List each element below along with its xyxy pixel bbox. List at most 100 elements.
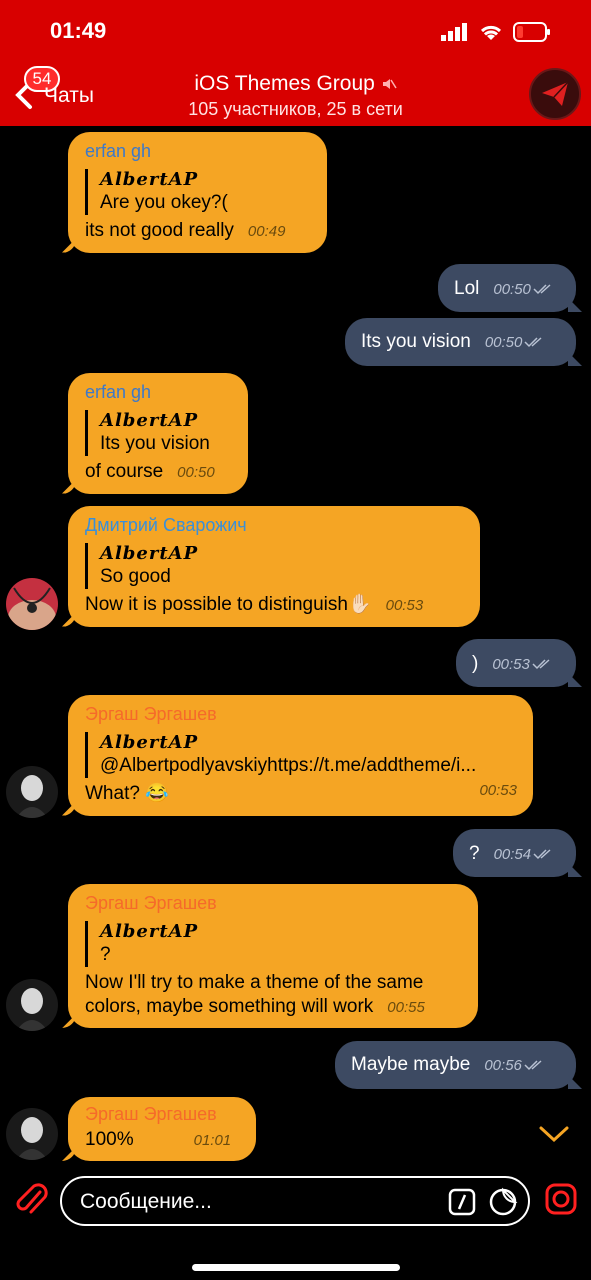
message-sender: Эргаш Эргашев xyxy=(85,893,217,913)
bubble-tail xyxy=(568,352,582,366)
message-sender: erfan gh xyxy=(85,382,152,402)
double-check-icon xyxy=(532,659,550,670)
reply-quote: So good xyxy=(100,566,171,587)
message-time: 00:54 xyxy=(493,846,532,863)
message-incoming[interactable]: Эргаш Эргашев 100% 01:01 xyxy=(62,1097,256,1161)
status-icons xyxy=(441,22,551,42)
group-avatar[interactable] xyxy=(529,68,581,120)
message-incoming[interactable]: Эргаш Эргашев AlbertAP ? Now I'll try to… xyxy=(62,884,478,1029)
message-text: Now it is possible to distinguish✋🏻 xyxy=(85,593,372,615)
message-sender: Эргаш Эргашев xyxy=(85,1104,217,1124)
message-time: 00:53 xyxy=(492,656,530,673)
wifi-icon xyxy=(480,25,502,40)
message-time: 00:56 xyxy=(484,1057,522,1074)
message-time: 00:53 xyxy=(479,781,517,799)
attach-icon[interactable] xyxy=(14,1182,48,1218)
message-time: 00:50 xyxy=(493,281,531,298)
double-check-icon xyxy=(524,1060,542,1071)
message-sender: Эргаш Эргашев xyxy=(85,704,217,724)
reply-preview[interactable]: AlbertAP So good xyxy=(85,542,464,589)
message-text: of course xyxy=(85,460,164,482)
bubble-tail xyxy=(62,238,76,253)
reply-author: AlbertAP xyxy=(100,920,199,942)
reply-quote: ? xyxy=(100,944,111,965)
message-text: its not good really xyxy=(85,219,234,241)
avatar-image xyxy=(6,578,58,630)
chat-title[interactable]: iOS Themes Group xyxy=(0,72,591,96)
chat-subtitle: 105 участников, 25 в сети xyxy=(188,99,403,119)
bubble-tail xyxy=(568,673,582,687)
avatar[interactable] xyxy=(6,1108,58,1160)
message-outgoing[interactable]: Lol 00:50 xyxy=(438,264,582,312)
message-incoming[interactable]: Эргаш Эргашев AlbertAP @Albertpodlyavski… xyxy=(62,695,533,816)
message-time: 00:50 xyxy=(177,463,215,481)
message-outgoing[interactable]: ? 00:54 xyxy=(453,829,582,877)
message-body: What? 😂 00:53 xyxy=(85,782,517,806)
chat-title-text: iOS Themes Group xyxy=(194,72,375,95)
sticker-icon[interactable] xyxy=(488,1187,518,1217)
reply-quote: Are you okey?( xyxy=(100,192,228,213)
message-time: 01:01 xyxy=(193,1131,232,1149)
message-outgoing[interactable]: ) 00:53 xyxy=(456,639,582,687)
message-outgoing[interactable]: Its you vision 00:50 xyxy=(345,318,582,366)
message-incoming[interactable]: erfan gh AlbertAP Are you okey?( its not… xyxy=(62,132,327,253)
message-time: 00:55 xyxy=(387,998,425,1016)
composer: Сообщение... xyxy=(0,1168,591,1280)
status-time: 01:49 xyxy=(50,18,107,43)
message-time: 00:53 xyxy=(385,596,424,614)
message-incoming[interactable]: erfan gh AlbertAP Its you vision of cour… xyxy=(62,373,248,494)
battery-icon xyxy=(513,22,550,42)
bubble-tail xyxy=(568,863,582,877)
double-check-icon xyxy=(533,849,551,860)
reply-preview[interactable]: AlbertAP Its you vision xyxy=(85,409,232,456)
message-placeholder: Сообщение... xyxy=(80,1190,212,1213)
message-input[interactable]: Сообщение... xyxy=(60,1176,530,1226)
message-sender: Дмитрий Сварожич xyxy=(85,515,247,535)
avatar[interactable] xyxy=(6,578,58,630)
message-text: Maybe maybe xyxy=(351,1054,471,1075)
bubble-tail xyxy=(62,1014,76,1029)
bot-command-icon[interactable] xyxy=(448,1188,476,1216)
reply-author: AlbertAP xyxy=(100,542,199,564)
bubble-tail xyxy=(62,801,76,816)
reply-preview[interactable]: AlbertAP Are you okey?( xyxy=(85,168,311,215)
paper-plane-icon xyxy=(542,81,569,106)
message-time: 00:49 xyxy=(247,222,286,240)
message-text: ) xyxy=(472,653,479,674)
message-text: What? 😂 xyxy=(85,782,169,804)
bubble-tail xyxy=(568,1075,582,1089)
reply-quote: Its you vision xyxy=(100,433,210,454)
double-check-icon xyxy=(524,337,542,348)
bubble-tail xyxy=(568,298,582,312)
double-check-icon xyxy=(533,284,551,295)
message-outgoing[interactable]: Maybe maybe 00:56 xyxy=(335,1041,582,1089)
reply-preview[interactable]: AlbertAP ? xyxy=(85,920,462,967)
home-indicator xyxy=(192,1264,400,1271)
bubble-tail xyxy=(62,1147,76,1161)
reply-author: AlbertAP xyxy=(100,731,199,753)
signal-icon xyxy=(441,23,467,41)
message-text: Lol xyxy=(454,278,480,299)
avatar-image xyxy=(6,979,58,1031)
message-incoming[interactable]: Дмитрий Сварожич AlbertAP So good Now it… xyxy=(62,506,480,627)
reply-author: AlbertAP xyxy=(100,409,199,431)
scroll-down-icon[interactable] xyxy=(538,1124,570,1144)
chat-header: 01:49 54 Чаты iOS Themes Group 105 участ… xyxy=(0,0,591,126)
camera-icon[interactable] xyxy=(544,1182,578,1216)
message-text: ? xyxy=(469,843,480,864)
avatar-image xyxy=(6,1108,58,1160)
reply-preview[interactable]: AlbertAP @Albertpodlyavskiyhttps://t.me/… xyxy=(85,731,517,778)
avatar[interactable] xyxy=(6,979,58,1031)
message-text: Now I'll try to make a theme of the same… xyxy=(85,971,424,1017)
bubble-tail xyxy=(62,479,76,494)
mute-icon xyxy=(382,79,397,90)
reply-quote: @Albertpodlyavskiyhttps://t.me/addtheme/… xyxy=(100,755,477,776)
message-time: 00:50 xyxy=(484,334,523,351)
avatar-image xyxy=(6,766,58,818)
message-text: Its you vision xyxy=(361,331,471,352)
message-sender: erfan gh xyxy=(85,141,152,161)
bubble-tail xyxy=(62,612,76,627)
reply-author: AlbertAP xyxy=(100,168,199,190)
message-text: 100% xyxy=(85,1128,134,1150)
avatar[interactable] xyxy=(6,766,58,818)
